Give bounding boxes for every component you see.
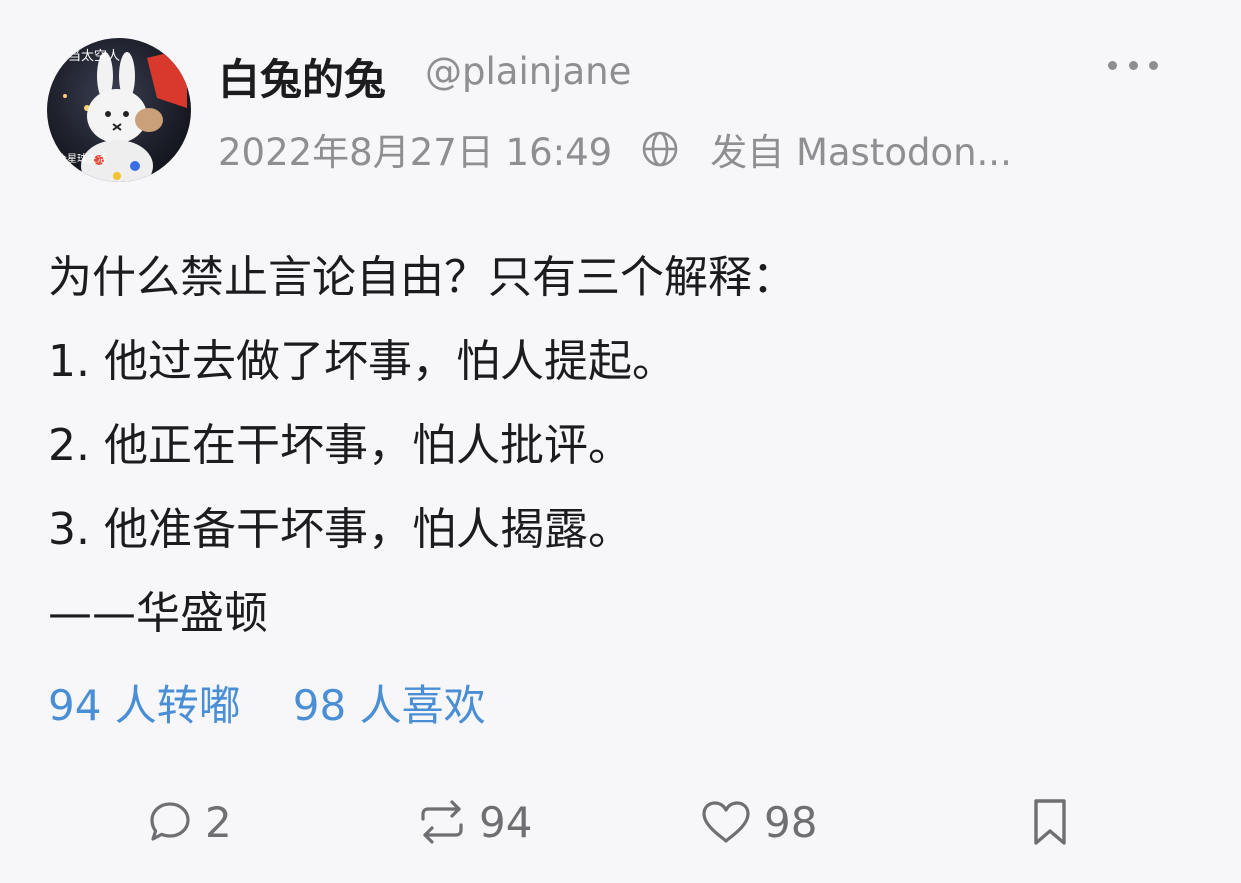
action-bar: 2 94 98	[0, 790, 1241, 854]
more-dot-icon	[1108, 60, 1117, 70]
bookmark-icon	[1034, 799, 1066, 845]
boosts-count-link[interactable]: 94 人转嘟	[48, 672, 241, 733]
content-line: 1. 他过去做了坏事，怕人提起。	[48, 336, 676, 387]
post-stats: 94 人转嘟 98 人喜欢	[48, 672, 486, 733]
boost-count: 94	[479, 797, 533, 847]
more-dot-icon	[1128, 60, 1138, 70]
content-line: 2. 他正在干坏事，怕人批评。	[48, 420, 632, 471]
reply-button[interactable]: 2	[147, 790, 232, 854]
reply-icon	[150, 802, 190, 841]
content-line: ——华盛顿	[48, 588, 268, 639]
favourite-button[interactable]: 98	[700, 790, 817, 854]
content-line: 为什么禁止言论自由？只有三个解释：	[48, 252, 796, 303]
bookmark-button[interactable]	[1030, 790, 1070, 854]
avatar-image: 去当太空人 个星球生活	[55, 48, 187, 182]
avatar[interactable]: 去当太空人 个星球生活	[47, 38, 191, 182]
content-line: 3. 他准备干坏事，怕人揭露。	[48, 504, 632, 555]
post-timestamp[interactable]: 2022年8月27日 16:49	[218, 122, 612, 176]
avatar-text-bottom: 个星球生活	[57, 152, 107, 165]
avatar-text-top: 去当太空人	[55, 49, 120, 64]
boost-button[interactable]: 94	[417, 790, 532, 854]
globe-icon	[642, 131, 678, 167]
post-source: 发自 Mastodon...	[710, 131, 1012, 174]
author-display-name[interactable]: 白兔的兔	[218, 46, 386, 107]
reply-count: 2	[205, 797, 232, 847]
post-content: 为什么禁止言论自由？只有三个解释： 1. 他过去做了坏事，怕人提起。 2. 他正…	[48, 236, 796, 656]
heart-icon	[702, 801, 750, 843]
more-options-button[interactable]	[1108, 50, 1158, 80]
more-dot-icon	[1149, 60, 1158, 70]
author-handle[interactable]: @plainjane	[425, 50, 631, 93]
favourites-count-link[interactable]: 98 人喜欢	[293, 672, 486, 733]
boost-icon	[421, 800, 463, 844]
post-meta: 2022年8月27日 16:49 发自 Mastodon...	[218, 122, 1012, 176]
favourite-count: 98	[764, 797, 818, 847]
